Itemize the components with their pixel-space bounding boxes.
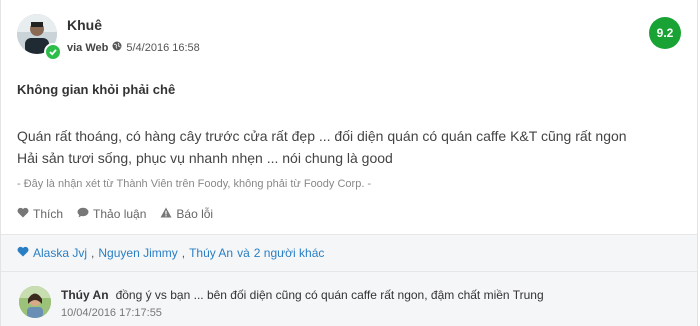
- comment-line: Thúy An đồng ý vs bạn ... bên đối diện c…: [61, 288, 544, 302]
- like-button[interactable]: Thích: [17, 207, 63, 221]
- review-line: Hải sản tươi sống, phục vụ nhanh nhẹn ..…: [17, 150, 393, 166]
- review-disclaimer: - Đây là nhận xét từ Thành Viên trên Foo…: [17, 178, 372, 190]
- discuss-label: Thảo luận: [93, 207, 147, 221]
- heart-icon: [17, 246, 29, 260]
- review-line: Quán rất thoáng, có hàng cây trước cửa r…: [17, 128, 627, 144]
- verified-check-icon: [44, 43, 62, 61]
- review-title: Không gian khỏi phải chê: [17, 82, 176, 97]
- like-label: Thích: [33, 207, 64, 221]
- comment-bubble-icon: [77, 207, 89, 221]
- rating-score-badge: 9.2: [649, 17, 681, 49]
- commenter-name[interactable]: Thúy An: [61, 288, 109, 302]
- globe-icon: [112, 41, 122, 54]
- liker-link[interactable]: Nguyen Jimmy: [98, 246, 177, 260]
- review-header: Khuê via Web 5/4/2016 16:58 9.2: [17, 14, 681, 64]
- comment-text: đồng ý vs bạn ... bên đối diện cũng có q…: [115, 288, 544, 302]
- author-name[interactable]: Khuê: [67, 17, 102, 33]
- review-actions: Thích Thảo luận Báo lỗi: [17, 207, 213, 221]
- likes-others-link[interactable]: 2 người khác: [254, 246, 325, 260]
- heart-icon: [17, 207, 29, 221]
- review-body: Quán rất thoáng, có hàng cây trước cửa r…: [17, 125, 677, 169]
- comment-item: Thúy An đồng ý vs bạn ... bên đối diện c…: [1, 272, 697, 326]
- comment-timestamp: 10/04/2016 17:17:55: [61, 307, 162, 319]
- review-date: 5/4/2016 16:58: [126, 41, 200, 54]
- report-label: Báo lỗi: [176, 207, 214, 221]
- review-meta: via Web 5/4/2016 16:58: [67, 41, 200, 54]
- likes-summary: Alaska Jvj, Nguyen Jimmy, Thúy An và 2 n…: [1, 234, 697, 272]
- discuss-button[interactable]: Thảo luận: [77, 207, 146, 221]
- report-button[interactable]: Báo lỗi: [160, 207, 213, 221]
- warning-icon: [160, 207, 172, 221]
- likes-and-text: và: [237, 246, 250, 260]
- via-source: via Web: [67, 41, 109, 54]
- commenter-avatar[interactable]: [19, 286, 51, 318]
- review-card: Khuê via Web 5/4/2016 16:58 9.2 Không gi…: [0, 0, 698, 326]
- liker-link[interactable]: Alaska Jvj: [33, 246, 87, 260]
- liker-link[interactable]: Thúy An: [189, 246, 233, 260]
